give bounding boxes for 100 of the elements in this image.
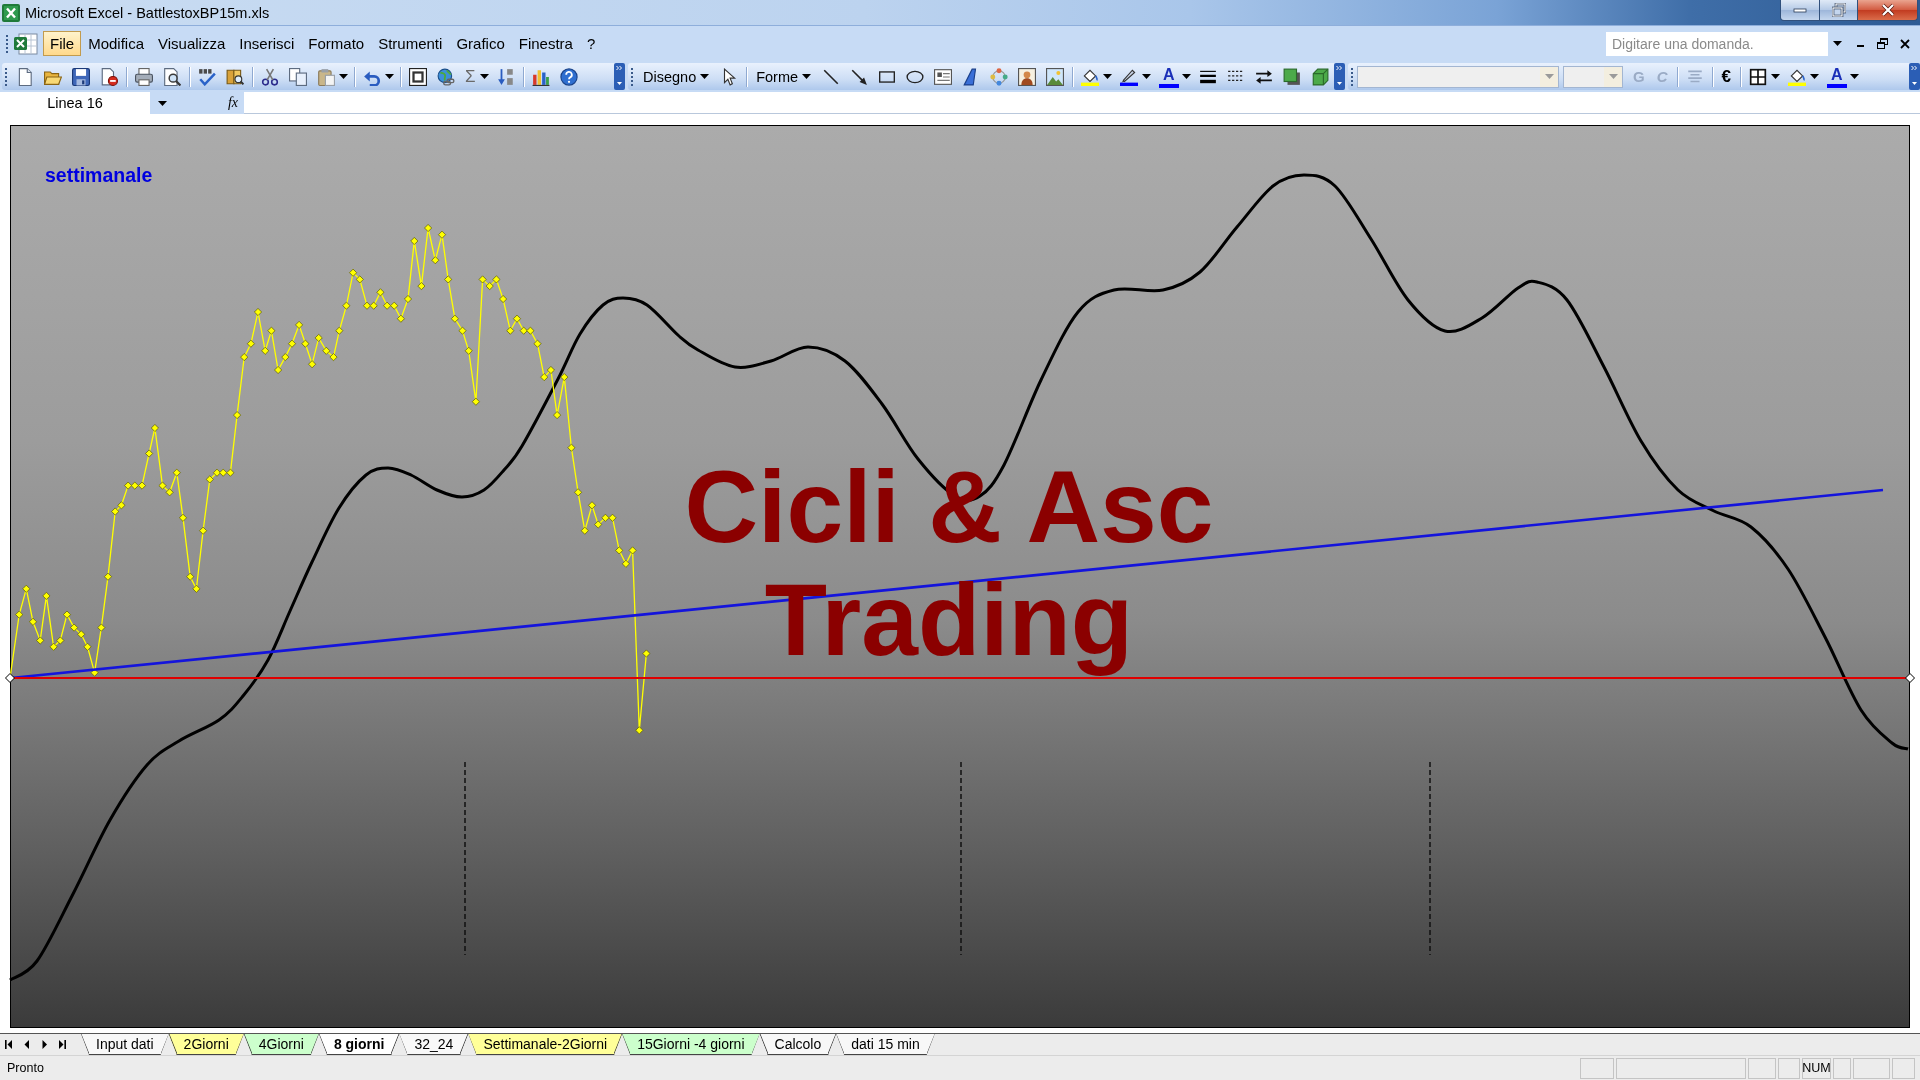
caret-icon[interactable]: [1849, 74, 1859, 79]
print-icon[interactable]: [135, 67, 153, 86]
currency-button[interactable]: €: [1715, 64, 1737, 89]
picture-icon[interactable]: [1046, 67, 1065, 86]
toolbar-options-icon[interactable]: [1909, 63, 1920, 90]
first-sheet-icon[interactable]: [5, 1039, 12, 1049]
close-icon: [1880, 3, 1895, 17]
caret-icon[interactable]: [1181, 74, 1191, 79]
copy-icon[interactable]: [289, 67, 307, 86]
framed-figure-icon[interactable]: [1018, 67, 1037, 86]
function-button[interactable]: fx: [227, 95, 238, 111]
menu-item[interactable]: Formato: [301, 31, 372, 56]
caret-icon[interactable]: [700, 74, 710, 79]
close-button[interactable]: [1858, 0, 1918, 21]
arrow-style-icon[interactable]: [1254, 67, 1273, 86]
menu-item[interactable]: Strumenti: [371, 31, 450, 56]
help-search-field[interactable]: Digitare una domanda.: [1606, 31, 1828, 56]
framed-square-icon[interactable]: [409, 67, 427, 86]
cut-icon[interactable]: [261, 67, 279, 86]
close-icon[interactable]: [1900, 38, 1910, 49]
arrow-icon[interactable]: [850, 67, 869, 86]
previous-sheet-icon[interactable]: [23, 1039, 30, 1049]
font-color-button[interactable]: A: [1159, 65, 1179, 88]
brush-icon[interactable]: [1120, 67, 1139, 86]
circular-diagram-icon[interactable]: [990, 67, 1009, 86]
menu-item[interactable]: Finestra: [511, 31, 580, 56]
sheet-tab[interactable]: Settimanale-2Giorni: [468, 1034, 623, 1055]
status-pane: [1853, 1057, 1890, 1079]
sheet-tab[interactable]: 4Giorni: [243, 1034, 319, 1055]
restricted-document-icon[interactable]: [100, 67, 118, 86]
autosum-button[interactable]: Σ: [460, 64, 481, 89]
menu-item[interactable]: File: [43, 31, 82, 56]
selection-handle-icon[interactable]: [5, 673, 15, 683]
bar-chart-icon[interactable]: [531, 67, 550, 86]
new-document-icon[interactable]: [16, 67, 34, 86]
line-icon[interactable]: [822, 67, 841, 86]
last-sheet-icon[interactable]: [59, 1039, 66, 1049]
status-message: Pronto: [6, 1061, 44, 1075]
status-pane: [1580, 1057, 1614, 1079]
caret-icon[interactable]: [1103, 74, 1113, 79]
caret-icon[interactable]: [1771, 74, 1780, 79]
paint-bucket-icon[interactable]: [1081, 67, 1100, 86]
status-indicator: NUM: [1802, 1057, 1831, 1079]
borders-icon[interactable]: [1749, 67, 1767, 86]
next-sheet-icon[interactable]: [41, 1039, 48, 1049]
spell-check-icon[interactable]: [198, 67, 216, 86]
globe-link-icon[interactable]: [437, 67, 455, 86]
draw-menu-button[interactable]: Disegno: [637, 64, 716, 89]
sheet-tab[interactable]: Calcolo: [759, 1034, 837, 1055]
toolbar-grip-icon[interactable]: [6, 33, 9, 54]
paint-bucket-icon[interactable]: [1788, 67, 1806, 86]
shadow-icon[interactable]: [1282, 67, 1301, 86]
menu-item[interactable]: Grafico: [449, 31, 512, 56]
toolbar-grip-icon[interactable]: [631, 66, 634, 87]
restore-icon: [1831, 3, 1846, 17]
book-search-icon[interactable]: [226, 67, 244, 86]
sheet-tab[interactable]: 8 giorni: [318, 1034, 400, 1055]
menu-item[interactable]: Modifica: [81, 31, 152, 56]
toolbar-grip-icon[interactable]: [1351, 66, 1354, 87]
cube-icon[interactable]: [1310, 67, 1329, 86]
menu-item[interactable]: ?: [579, 31, 603, 56]
menu-item[interactable]: Inserisci: [232, 31, 302, 56]
status-pane: [1748, 1057, 1776, 1079]
toolbar-options-icon[interactable]: [614, 63, 625, 90]
spreadsheet-logo-icon[interactable]: [13, 31, 39, 56]
help-icon[interactable]: [559, 67, 578, 86]
spreadsheet-logo-icon: [2, 3, 20, 22]
chart-title: settimanale: [45, 164, 153, 187]
restore-icon[interactable]: [1877, 38, 1888, 49]
sheet-tab[interactable]: 15Giorni -4 giorni: [622, 1034, 760, 1055]
caret-icon[interactable]: [479, 74, 489, 79]
caret-icon[interactable]: [158, 100, 167, 106]
toolbar-grip-icon[interactable]: [5, 66, 8, 87]
sort-icon[interactable]: [496, 67, 515, 86]
logo-text: Trading: [764, 564, 1134, 677]
font-color-button[interactable]: A: [1827, 65, 1847, 88]
name-box[interactable]: Linea 16: [0, 92, 150, 114]
restore-button[interactable]: [1820, 0, 1858, 21]
text-box-icon[interactable]: [934, 67, 953, 86]
sheet-tab[interactable]: 2Giorni: [168, 1034, 244, 1055]
caret-icon[interactable]: [385, 74, 394, 79]
caret-icon[interactable]: [339, 74, 348, 79]
caret-icon[interactable]: [1810, 74, 1819, 79]
sheet-tab[interactable]: 32_24: [399, 1034, 469, 1055]
caret-icon[interactable]: [1833, 41, 1842, 46]
selection-handle-icon[interactable]: [1905, 673, 1915, 683]
status-pane: [1778, 1057, 1800, 1079]
shapes-menu-button[interactable]: Forme: [750, 64, 818, 89]
status-pane: [1892, 1057, 1915, 1079]
print-preview-icon[interactable]: [163, 67, 181, 86]
save-icon[interactable]: [72, 67, 90, 86]
caret-icon[interactable]: [802, 74, 812, 79]
caret-icon[interactable]: [1142, 74, 1152, 79]
window-title: Microsoft Excel - BattlestoxBP15m.xls: [25, 4, 271, 21]
status-pane: [1833, 1057, 1851, 1079]
sheet-tab[interactable]: Input dati: [81, 1034, 169, 1055]
sheet-tab[interactable]: dati 15 min: [836, 1034, 935, 1055]
toolbar-options-icon[interactable]: [1334, 63, 1345, 90]
minimize-button[interactable]: [1780, 0, 1820, 21]
menu-item[interactable]: Visualizza: [151, 31, 233, 56]
